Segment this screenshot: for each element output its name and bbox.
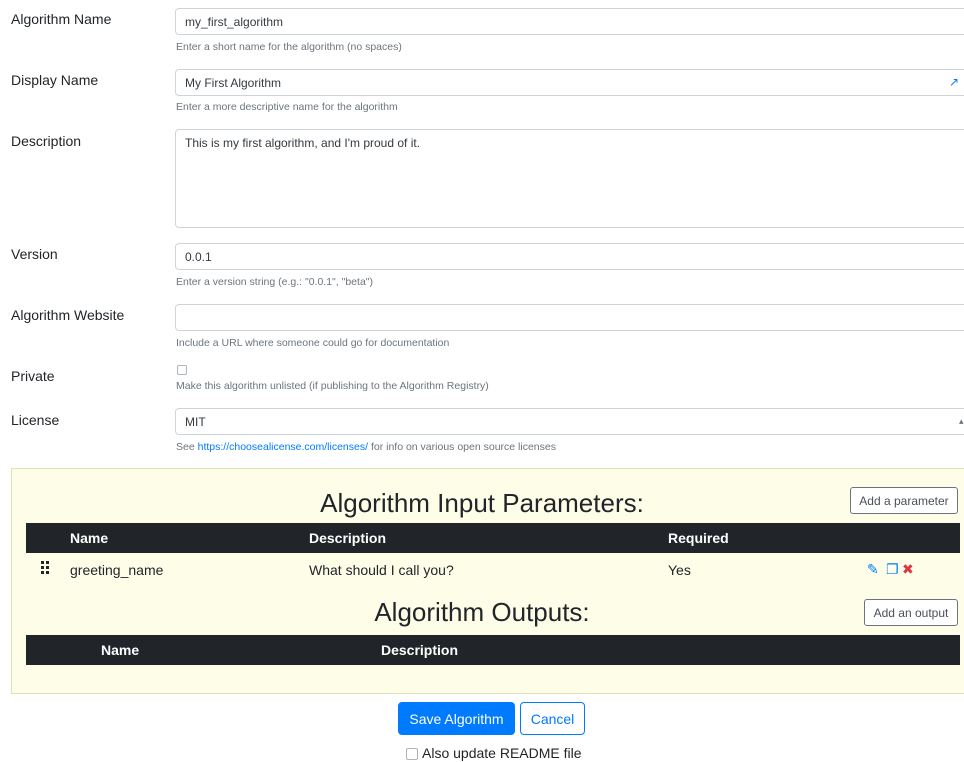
algorithm-name-label: Algorithm Name (11, 11, 112, 27)
readme-label: Also update README file (422, 745, 582, 761)
description-label: Description (11, 133, 82, 149)
website-label: Algorithm Website (11, 307, 125, 323)
license-link[interactable]: https://choosealicense.com/licenses/ (198, 441, 368, 453)
version-input[interactable] (175, 243, 964, 270)
display-name-input[interactable] (175, 69, 964, 96)
website-input[interactable] (175, 304, 964, 331)
parameter-required: Yes (668, 562, 691, 578)
table-row: greeting_name What should I call you? Ye… (26, 555, 960, 585)
input-parameters-title: Algorithm Input Parameters: (320, 488, 644, 518)
update-readme-option[interactable]: Also update README file (406, 745, 582, 761)
column-header-name: Name (70, 530, 109, 546)
algorithm-name-help: Enter a short name for the algorithm (no… (176, 41, 402, 53)
algorithm-name-input[interactable] (175, 8, 964, 35)
trash-icon[interactable]: ✖ (902, 561, 914, 578)
outputs-title: Algorithm Outputs: (374, 597, 590, 627)
website-help: Include a URL where someone could go for… (176, 337, 450, 349)
save-algorithm-button[interactable]: Save Algorithm (398, 702, 515, 735)
parameter-description: What should I call you? (309, 562, 454, 578)
license-select[interactable] (175, 408, 964, 435)
cancel-button[interactable]: Cancel (520, 702, 585, 735)
display-name-label: Display Name (11, 72, 99, 88)
private-label: Private (11, 368, 55, 384)
version-label: Version (11, 246, 58, 262)
copy-icon[interactable]: ❐ (886, 561, 899, 578)
output-column-header-description: Description (381, 642, 459, 658)
private-checkbox[interactable] (177, 365, 187, 375)
add-parameter-button[interactable]: Add a parameter (850, 487, 958, 514)
select-arrow-icon: ▴ (959, 416, 964, 426)
readme-checkbox[interactable] (406, 748, 418, 760)
display-name-help: Enter a more descriptive name for the al… (176, 101, 398, 113)
add-output-button[interactable]: Add an output (864, 599, 958, 626)
edit-icon[interactable]: ✎ (867, 561, 879, 578)
license-label: License (11, 412, 60, 428)
outputs-header: Name Description (26, 635, 960, 665)
column-header-description: Description (309, 530, 387, 546)
column-header-required: Required (668, 530, 729, 546)
pin-icon[interactable]: ↗ (949, 75, 959, 89)
parameter-name: greeting_name (70, 562, 164, 578)
description-textarea[interactable]: This is my first algorithm, and I'm prou… (175, 129, 964, 228)
license-help: See https://choosealicense.com/licenses/… (176, 441, 556, 453)
private-help: Make this algorithm unlisted (if publish… (176, 380, 489, 392)
output-column-header-name: Name (101, 642, 140, 658)
input-parameters-header: Name Description Required (26, 523, 960, 553)
version-help: Enter a version string (e.g.: "0.0.1", "… (176, 276, 374, 288)
